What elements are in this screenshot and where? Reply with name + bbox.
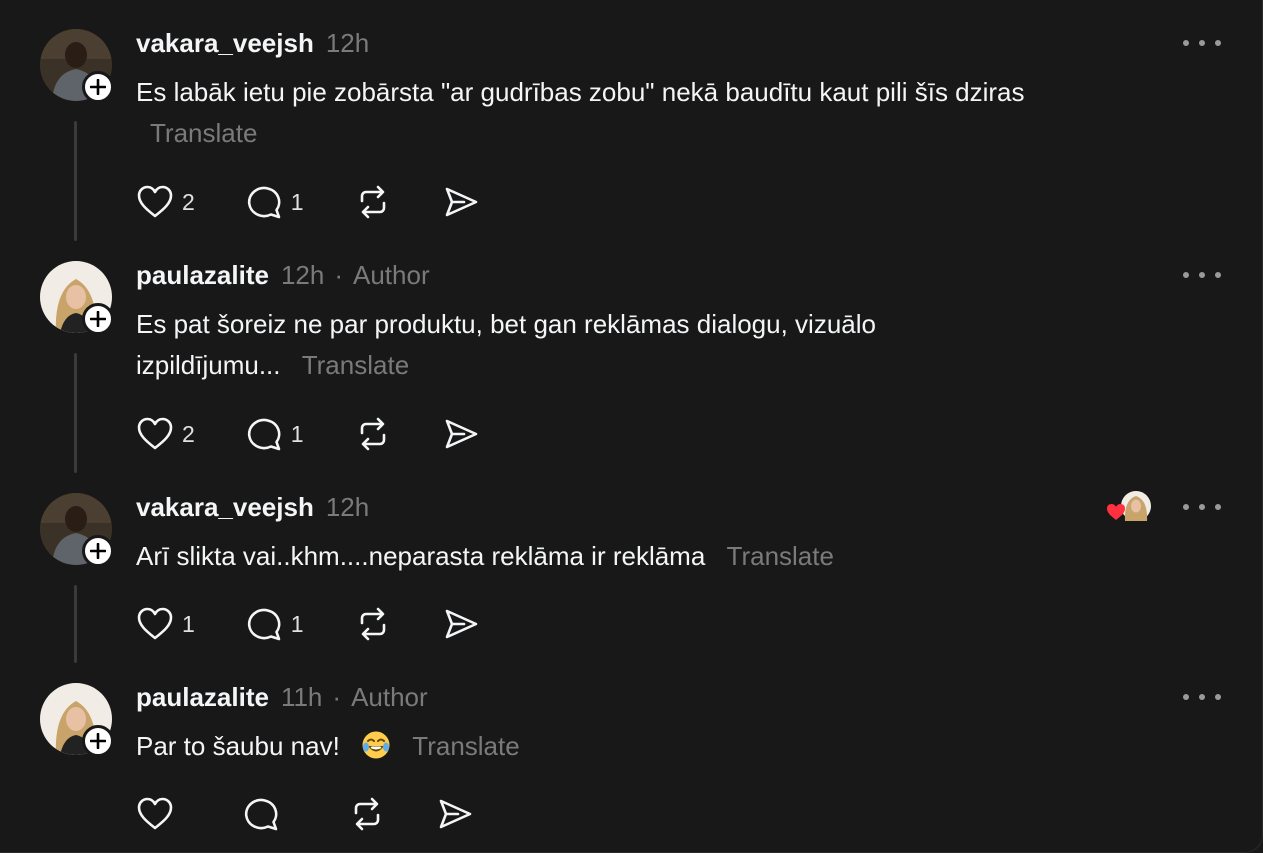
post-header: vakara_veejsh 12h	[136, 492, 369, 523]
post-text-content: Par to šaubu nav!	[136, 731, 340, 761]
comment-icon	[247, 418, 281, 451]
author-badge: Author	[351, 682, 428, 712]
more-options-button[interactable]	[1183, 37, 1221, 49]
translate-link[interactable]: Translate	[727, 541, 834, 571]
more-icon	[1183, 504, 1189, 510]
more-options-button[interactable]	[1183, 691, 1221, 703]
avatar-vakara-veejsh[interactable]	[40, 493, 114, 567]
post-header: paulazalite 12h · Author	[136, 260, 430, 291]
post-header: paulazalite 11h · Author	[136, 682, 428, 713]
repost-button[interactable]	[348, 796, 386, 832]
heart-icon	[137, 417, 173, 450]
like-count: 2	[182, 420, 195, 447]
laughing-emoji-icon	[362, 731, 390, 759]
username[interactable]: paulazalite	[136, 682, 269, 713]
thread-line	[74, 353, 77, 473]
repost-icon	[354, 797, 380, 831]
heart-icon	[137, 797, 173, 830]
repost-button[interactable]	[354, 184, 392, 220]
like-button[interactable]: 2	[136, 416, 195, 452]
reply-count: 1	[290, 610, 304, 637]
timestamp[interactable]: 12h	[281, 260, 324, 291]
reply-button[interactable]: 1	[245, 416, 304, 452]
repost-button[interactable]	[354, 416, 392, 452]
reply-button[interactable]	[242, 796, 298, 832]
reply-count: 1	[290, 420, 304, 447]
plus-icon	[90, 79, 106, 95]
follow-button[interactable]	[82, 71, 114, 103]
plus-icon	[90, 733, 106, 749]
avatar-paulazalite[interactable]	[40, 683, 114, 757]
avatar-vakara-veejsh[interactable]	[40, 29, 114, 103]
translate-link[interactable]: Translate	[150, 118, 257, 148]
comment-icon	[244, 798, 278, 831]
follow-button[interactable]	[82, 535, 114, 567]
post-text: Arī slikta vai..khm....neparasta reklāma…	[136, 536, 1096, 577]
send-icon	[445, 609, 477, 639]
post-text: Par to šaubu nav! Translate	[136, 726, 1096, 767]
action-bar: 2 1	[136, 182, 530, 222]
more-options-button[interactable]	[1183, 269, 1221, 281]
thread-line	[74, 121, 77, 241]
username[interactable]: vakara_veejsh	[136, 492, 314, 523]
action-bar: 1 1	[136, 604, 530, 644]
share-button[interactable]	[442, 606, 480, 642]
timestamp[interactable]: 12h	[326, 492, 369, 523]
like-count: 2	[182, 188, 195, 215]
separator: ·	[332, 682, 342, 712]
plus-icon	[90, 311, 106, 327]
action-bar	[136, 794, 524, 834]
repost-icon	[360, 607, 385, 641]
thread-line	[74, 585, 77, 663]
username[interactable]: paulazalite	[136, 260, 269, 291]
username[interactable]: vakara_veejsh	[136, 28, 314, 59]
send-icon	[445, 187, 477, 217]
repost-button[interactable]	[354, 606, 392, 642]
post-text: Es labāk ietu pie zobārsta "ar gudrības …	[136, 72, 1076, 154]
like-button[interactable]	[136, 796, 192, 832]
share-button[interactable]	[436, 796, 474, 832]
plus-icon	[90, 543, 106, 559]
send-icon	[439, 799, 472, 829]
more-icon	[1183, 694, 1189, 700]
thread-panel: vakara_veejsh 12h Es labāk ietu pie zobā…	[0, 0, 1263, 853]
like-button[interactable]: 2	[136, 184, 195, 220]
heart-icon	[137, 185, 173, 218]
share-button[interactable]	[442, 184, 480, 220]
author-badge: Author	[353, 260, 430, 290]
reply-button[interactable]: 1	[245, 606, 304, 642]
share-button[interactable]	[442, 416, 480, 452]
heart-icon	[137, 607, 173, 640]
translate-link[interactable]: Translate	[302, 350, 409, 380]
post-text-content: Es labāk ietu pie zobārsta "ar gudrības …	[136, 77, 1025, 107]
heart-icon	[1107, 504, 1125, 520]
translate-link[interactable]: Translate	[412, 731, 519, 761]
liked-by-author-indicator[interactable]	[1104, 490, 1152, 524]
repost-icon	[360, 185, 385, 219]
post-text: Es pat šoreiz ne par produktu, bet gan r…	[136, 304, 1016, 386]
send-icon	[445, 419, 477, 449]
timestamp[interactable]: 11h	[281, 682, 322, 713]
reply-count: 1	[290, 188, 304, 215]
more-icon	[1183, 40, 1189, 46]
timestamp[interactable]: 12h	[326, 28, 369, 59]
comment-icon	[247, 608, 281, 641]
post-text-content: Arī slikta vai..khm....neparasta reklāma…	[136, 541, 706, 571]
repost-icon	[360, 417, 385, 451]
more-icon	[1183, 272, 1189, 278]
post-header: vakara_veejsh 12h	[136, 28, 369, 59]
like-button[interactable]: 1	[136, 606, 195, 642]
follow-button[interactable]	[82, 303, 114, 335]
post-text-content: Es pat šoreiz ne par produktu, bet gan r…	[136, 309, 876, 380]
like-count: 1	[182, 610, 195, 637]
separator: ·	[334, 260, 343, 290]
action-bar: 2 1	[136, 414, 530, 454]
follow-button[interactable]	[82, 725, 114, 757]
reply-button[interactable]: 1	[245, 184, 304, 220]
comment-icon	[247, 186, 281, 219]
avatar-paulazalite[interactable]	[40, 261, 114, 335]
more-options-button[interactable]	[1183, 501, 1221, 513]
